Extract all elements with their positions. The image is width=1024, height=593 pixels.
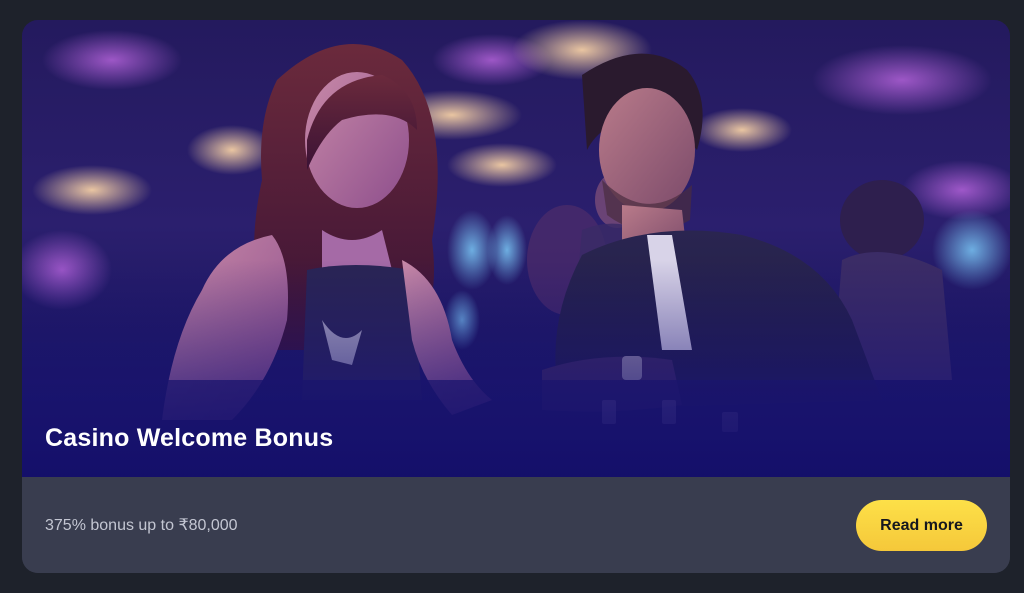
- read-more-button[interactable]: Read more: [856, 500, 987, 551]
- promo-footer: 375% bonus up to ₹80,000 Read more: [22, 477, 1010, 573]
- promo-card[interactable]: Casino Welcome Bonus 375% bonus up to ₹8…: [22, 20, 1010, 573]
- bonus-description: 375% bonus up to ₹80,000: [45, 517, 238, 534]
- promo-title: Casino Welcome Bonus: [45, 424, 334, 452]
- hero-banner[interactable]: Casino Welcome Bonus: [22, 20, 1010, 477]
- casino-hero-image: [22, 20, 1010, 477]
